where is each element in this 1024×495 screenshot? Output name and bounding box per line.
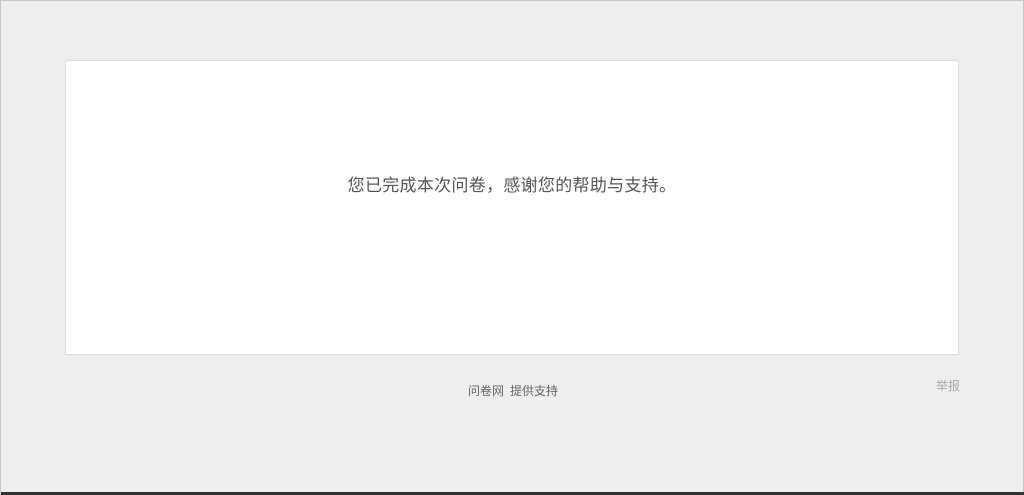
brand-link[interactable]: 问卷网 — [468, 384, 504, 398]
report-link[interactable]: 举报 — [936, 377, 960, 394]
completion-card: 您已完成本次问卷，感谢您的帮助与支持。 — [65, 60, 959, 355]
footer: 问卷网 提供支持 举报 — [1, 379, 1024, 401]
completion-message: 您已完成本次问卷，感谢您的帮助与支持。 — [347, 176, 677, 196]
powered-by: 问卷网 提供支持 — [1, 382, 1024, 399]
support-text: 提供支持 — [510, 384, 559, 398]
survey-page: 您已完成本次问卷，感谢您的帮助与支持。 问卷网 提供支持 举报 — [0, 0, 1024, 495]
